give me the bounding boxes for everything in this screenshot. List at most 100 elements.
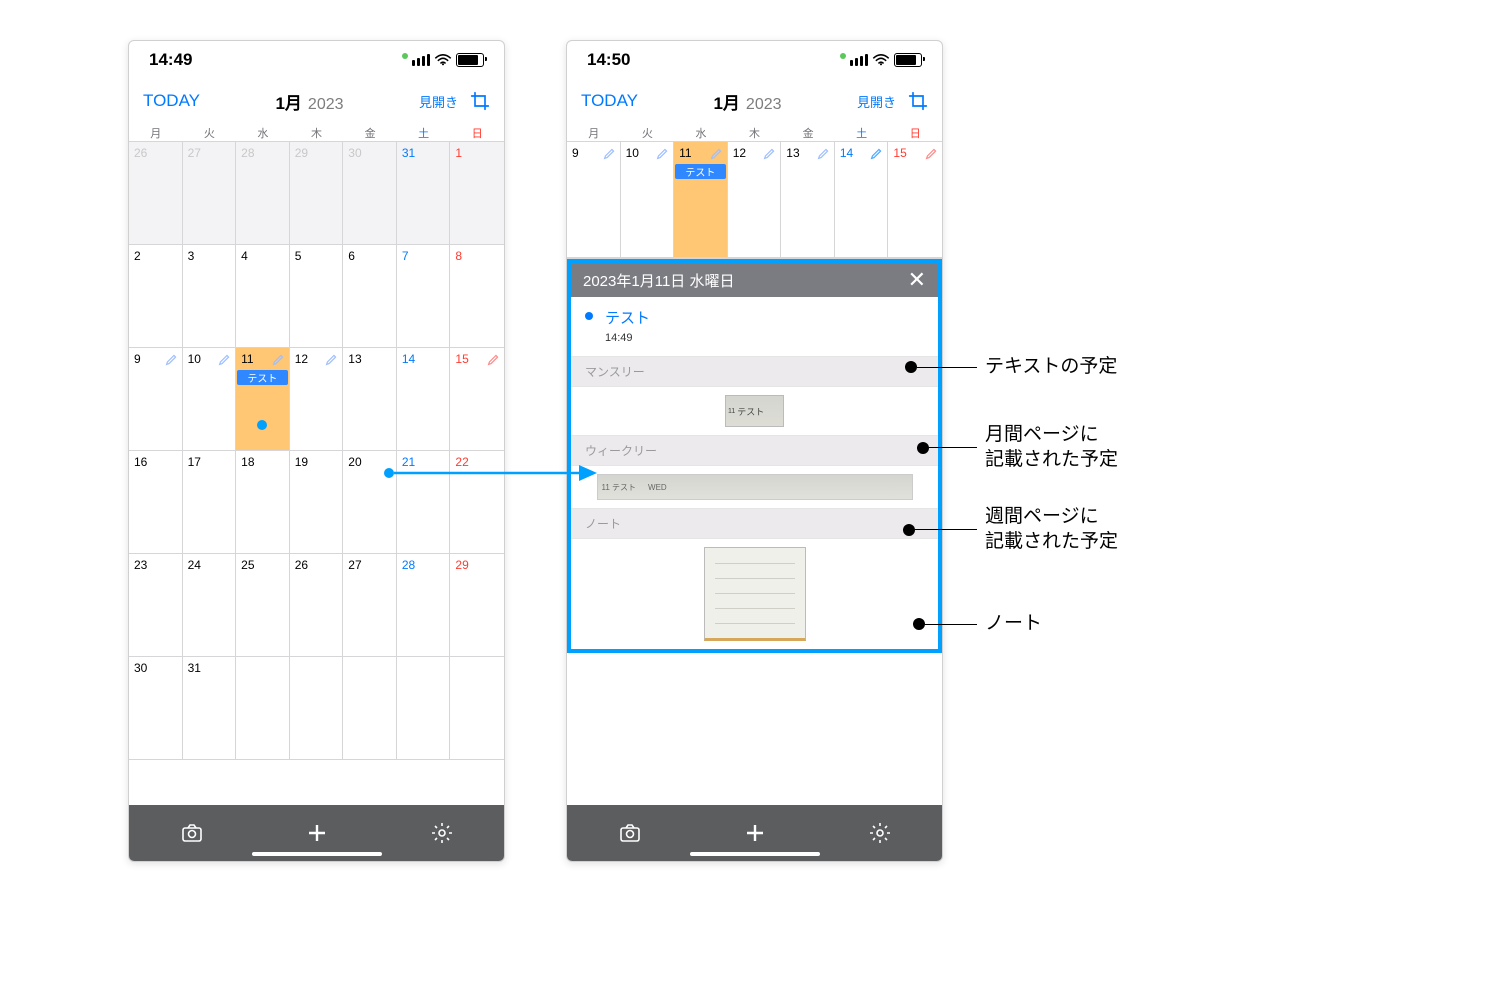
section-note: ノート bbox=[571, 508, 938, 539]
calendar-day-cell[interactable]: 27 bbox=[183, 142, 237, 245]
calendar-day-cell[interactable] bbox=[236, 657, 290, 760]
today-button[interactable]: TODAY bbox=[143, 91, 200, 111]
battery-icon bbox=[456, 53, 484, 67]
weekly-thumbnail[interactable]: 11 テストWED bbox=[597, 474, 913, 500]
calendar-day-cell[interactable]: 13 bbox=[781, 142, 835, 258]
calendar-day-cell[interactable]: 6 bbox=[343, 245, 397, 348]
event-chip[interactable]: テスト bbox=[675, 164, 726, 179]
calendar-day-cell[interactable]: 12 bbox=[290, 348, 344, 451]
calendar-day-cell[interactable]: 18 bbox=[236, 451, 290, 554]
add-icon[interactable] bbox=[305, 821, 329, 845]
today-button[interactable]: TODAY bbox=[581, 91, 638, 111]
calendar-day-cell[interactable]: 3 bbox=[183, 245, 237, 348]
spread-view-button[interactable]: 見開き bbox=[857, 92, 896, 111]
monthly-thumbnail-area[interactable]: 11テスト bbox=[571, 387, 938, 435]
calendar-day-cell[interactable] bbox=[397, 657, 451, 760]
calendar-day-cell[interactable]: 27 bbox=[343, 554, 397, 657]
calendar-day-cell[interactable]: 9 bbox=[567, 142, 621, 258]
calendar-day-cell[interactable]: 30 bbox=[129, 657, 183, 760]
add-icon[interactable] bbox=[743, 821, 767, 845]
event-time: 14:49 bbox=[605, 332, 633, 344]
camera-icon[interactable] bbox=[180, 821, 204, 845]
day-number: 29 bbox=[295, 146, 308, 160]
calendar-day-cell[interactable]: 7 bbox=[397, 245, 451, 348]
month-year-label[interactable]: 1月2023 bbox=[200, 89, 419, 114]
calendar-day-cell[interactable] bbox=[343, 657, 397, 760]
home-indicator[interactable] bbox=[252, 852, 382, 856]
event-chip[interactable]: テスト bbox=[237, 370, 288, 385]
camera-icon[interactable] bbox=[618, 821, 642, 845]
settings-icon[interactable] bbox=[868, 821, 892, 845]
day-number: 11 bbox=[679, 146, 691, 160]
calendar-day-cell[interactable]: 30 bbox=[343, 142, 397, 245]
crop-icon[interactable] bbox=[470, 91, 490, 111]
calendar-day-cell[interactable]: 26 bbox=[129, 142, 183, 245]
panel-header: 2023年1月11日 水曜日 ✕ bbox=[571, 263, 938, 297]
calendar-day-cell[interactable]: 14 bbox=[835, 142, 889, 258]
day-number: 10 bbox=[188, 352, 201, 366]
calendar-day-cell[interactable]: 4 bbox=[236, 245, 290, 348]
monthly-thumbnail[interactable]: 11テスト bbox=[725, 395, 784, 427]
day-number: 28 bbox=[241, 146, 254, 160]
day-number: 8 bbox=[455, 249, 462, 263]
calendar-day-cell[interactable]: 15 bbox=[450, 348, 504, 451]
day-number: 31 bbox=[188, 661, 201, 675]
calendar-day-cell[interactable]: 11 テスト bbox=[674, 142, 728, 258]
day-number: 30 bbox=[134, 661, 147, 675]
calendar-day-cell[interactable]: 8 bbox=[450, 245, 504, 348]
calendar-day-cell[interactable]: 14 bbox=[397, 348, 451, 451]
calendar-day-cell[interactable]: 16 bbox=[129, 451, 183, 554]
calendar-day-cell[interactable]: 23 bbox=[129, 554, 183, 657]
calendar-day-cell[interactable]: 28 bbox=[397, 554, 451, 657]
close-icon[interactable]: ✕ bbox=[908, 267, 926, 293]
wifi-icon bbox=[872, 54, 890, 66]
signal-icon bbox=[850, 54, 868, 66]
calendar-day-cell[interactable]: 29 bbox=[450, 554, 504, 657]
calendar-day-cell[interactable]: 2 bbox=[129, 245, 183, 348]
calendar-day-cell[interactable]: 29 bbox=[290, 142, 344, 245]
day-number: 31 bbox=[402, 146, 415, 160]
settings-icon[interactable] bbox=[430, 821, 454, 845]
callout-monthly-page: 月間ページに記載された予定 bbox=[985, 423, 1118, 472]
note-thumbnail[interactable] bbox=[704, 547, 806, 641]
spread-view-button[interactable]: 見開き bbox=[419, 92, 458, 111]
crop-icon[interactable] bbox=[908, 91, 928, 111]
callout-note: ノート bbox=[985, 612, 1042, 637]
calendar-day-cell[interactable] bbox=[450, 657, 504, 760]
calendar-day-cell[interactable]: 12 bbox=[728, 142, 782, 258]
calendar-day-cell[interactable]: 31 bbox=[183, 657, 237, 760]
callout-weekly-page: 週間ページに記載された予定 bbox=[985, 505, 1118, 554]
day-number: 24 bbox=[188, 558, 201, 572]
calendar-day-cell[interactable]: 9 bbox=[129, 348, 183, 451]
day-number: 28 bbox=[402, 558, 415, 572]
day-number: 12 bbox=[295, 352, 308, 366]
month-grid[interactable]: 2627282930311234567891011テスト121314151617… bbox=[129, 141, 504, 760]
month-year-label[interactable]: 1月2023 bbox=[638, 89, 857, 114]
calendar-day-cell[interactable]: 10 bbox=[621, 142, 675, 258]
week-strip[interactable]: 9 10 11 テスト12 13 1415 bbox=[567, 141, 942, 259]
calendar-day-cell[interactable]: 24 bbox=[183, 554, 237, 657]
day-number: 13 bbox=[348, 352, 361, 366]
calendar-day-cell[interactable]: 19 bbox=[290, 451, 344, 554]
day-number: 26 bbox=[295, 558, 308, 572]
home-indicator[interactable] bbox=[690, 852, 820, 856]
calendar-day-cell[interactable]: 31 bbox=[397, 142, 451, 245]
callout-dot-icon bbox=[913, 618, 925, 630]
calendar-day-cell[interactable]: 15 bbox=[888, 142, 942, 258]
day-number: 13 bbox=[786, 146, 799, 160]
calendar-day-cell[interactable]: 5 bbox=[290, 245, 344, 348]
calendar-day-cell[interactable]: 17 bbox=[183, 451, 237, 554]
calendar-day-cell[interactable]: 10 bbox=[183, 348, 237, 451]
calendar-day-cell[interactable]: 25 bbox=[236, 554, 290, 657]
weekly-thumbnail-area[interactable]: 11 テストWED bbox=[571, 466, 938, 508]
day-number: 10 bbox=[626, 146, 639, 160]
text-event-row[interactable]: テスト 14:49 bbox=[571, 297, 938, 356]
calendar-day-cell[interactable] bbox=[290, 657, 344, 760]
calendar-day-cell[interactable]: 13 bbox=[343, 348, 397, 451]
calendar-day-cell[interactable]: 11テスト bbox=[236, 348, 290, 451]
calendar-day-cell[interactable]: 26 bbox=[290, 554, 344, 657]
note-thumbnail-area[interactable] bbox=[571, 539, 938, 649]
panel-date-title: 2023年1月11日 水曜日 bbox=[583, 270, 734, 291]
calendar-day-cell[interactable]: 1 bbox=[450, 142, 504, 245]
calendar-day-cell[interactable]: 28 bbox=[236, 142, 290, 245]
